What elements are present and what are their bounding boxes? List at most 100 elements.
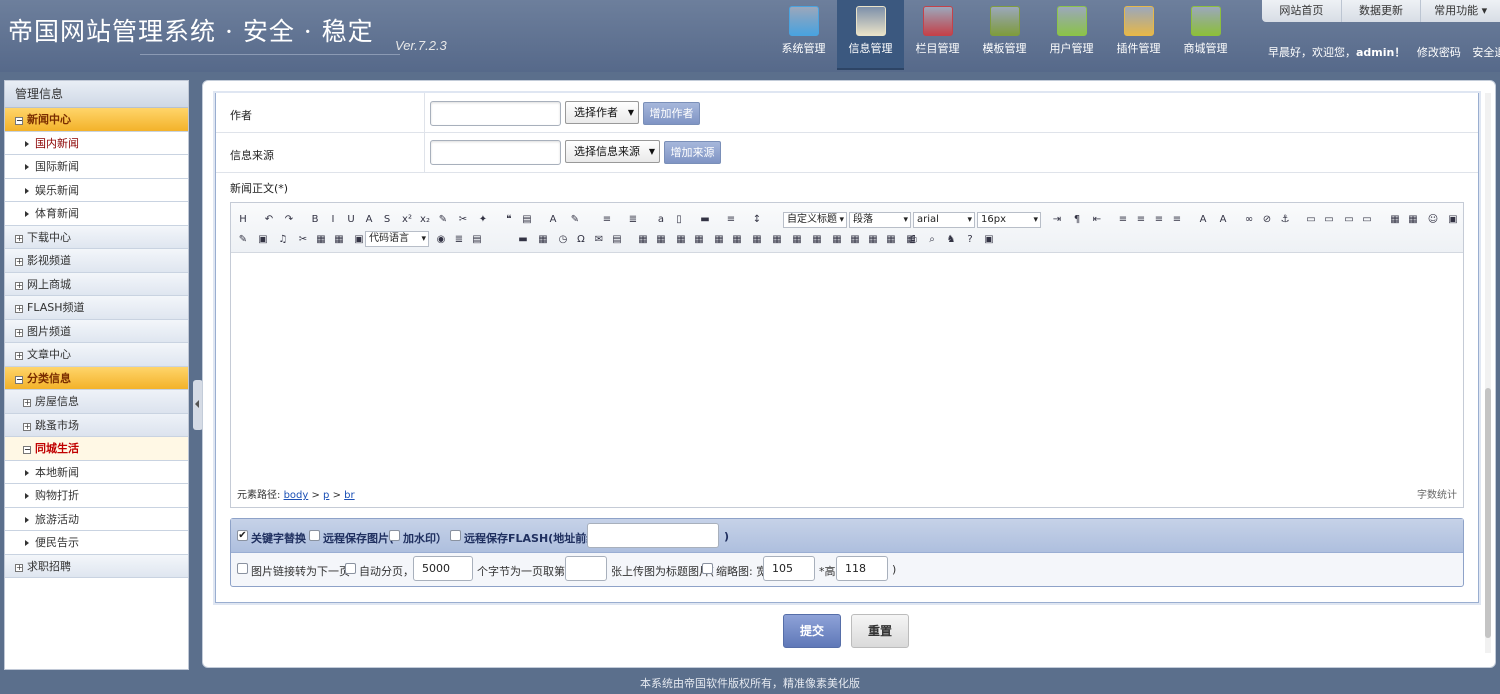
toolbar-tool-icon[interactable]: ▤ — [471, 234, 483, 246]
toolbar-tool-icon[interactable]: ▦ — [655, 234, 667, 246]
toolbar-tool-icon[interactable]: ▦ — [675, 234, 687, 246]
sidebar-item-17[interactable]: 旅游活动 — [5, 507, 188, 531]
sidebar-item-18[interactable]: 便民告示 — [5, 531, 188, 555]
toolbar-tool-icon[interactable]: H — [237, 214, 249, 226]
nav-item-3[interactable]: 模板管理 — [971, 0, 1038, 70]
toolbar-tool-icon[interactable]: A — [363, 214, 375, 226]
editor-content-area[interactable] — [231, 254, 1463, 483]
toolbar-tool-icon[interactable]: ▭ — [1361, 214, 1373, 226]
toolbar-tool-icon[interactable]: ⇥ — [1051, 214, 1063, 226]
nav-item-1[interactable]: 信息管理 — [837, 0, 904, 70]
toolbar-tool-icon[interactable]: ▦ — [831, 234, 843, 246]
toolbar-tool-icon[interactable]: ≣ — [627, 214, 639, 226]
paragraph-select[interactable]: 段落 — [849, 212, 911, 228]
scrollbar-thumb[interactable] — [1485, 388, 1491, 638]
toolbar-tool-icon[interactable]: ▭ — [1305, 214, 1317, 226]
path-p[interactable]: p — [323, 490, 329, 501]
toolbar-tool-icon[interactable]: Ω — [575, 234, 587, 246]
watermark-checkbox[interactable] — [389, 530, 400, 541]
toolbar-tool-icon[interactable]: ≡ — [1171, 214, 1183, 226]
toolbar-tool-icon[interactable]: ≡ — [601, 214, 613, 226]
toolbar-tool-icon[interactable]: ☺ — [1427, 214, 1439, 226]
keyword-replace-checkbox[interactable]: ✔ — [237, 530, 248, 541]
toolbar-tool-icon[interactable]: ¶ — [1071, 214, 1083, 226]
toolbar-tool-icon[interactable]: ▦ — [731, 234, 743, 246]
toolbar-tool-icon[interactable]: ▦ — [333, 234, 345, 246]
sidebar-item-3[interactable]: 娱乐新闻 — [5, 178, 188, 202]
sidebar-item-9[interactable]: + 图片频道 — [5, 319, 188, 343]
source-select[interactable]: 选择信息来源 — [565, 140, 660, 163]
toolbar-tool-icon[interactable]: ✉ — [593, 234, 605, 246]
toolbar-tool-icon[interactable]: ↶ — [263, 214, 275, 226]
toolbar-tool-icon[interactable]: A — [1217, 214, 1229, 226]
paging-chars-input[interactable]: 5000 — [413, 556, 473, 581]
toolbar-tool-icon[interactable]: U — [345, 214, 357, 226]
link-site-home[interactable]: 网站首页 — [1262, 0, 1342, 22]
toolbar-tool-icon[interactable]: ◷ — [557, 234, 569, 246]
font-family-select[interactable]: arial — [913, 212, 975, 228]
toolbar-tool-icon[interactable]: ▦ — [1389, 214, 1401, 226]
toolbar-tool-icon[interactable]: ≡ — [725, 214, 737, 226]
sidebar-item-10[interactable]: + 文章中心 — [5, 343, 188, 367]
toolbar-tool-icon[interactable]: ▦ — [537, 234, 549, 246]
toolbar-tool-icon[interactable]: ✂ — [297, 234, 309, 246]
toolbar-tool-icon[interactable]: ▭ — [1323, 214, 1335, 226]
toolbar-tool-icon[interactable]: ⎙ — [907, 234, 919, 246]
sidebar-item-5[interactable]: + 下载中心 — [5, 225, 188, 249]
toolbar-tool-icon[interactable]: ? — [964, 234, 976, 246]
toolbar-tool-icon[interactable]: ♫ — [277, 234, 289, 246]
toolbar-tool-icon[interactable]: A — [547, 214, 559, 226]
toolbar-tool-icon[interactable]: ≡ — [1117, 214, 1129, 226]
toolbar-tool-icon[interactable]: ✎ — [437, 214, 449, 226]
remote-save-image-checkbox[interactable] — [309, 530, 320, 541]
toolbar-tool-icon[interactable]: ≡ — [1153, 214, 1165, 226]
thumbnail-width-input[interactable]: 105 — [763, 556, 815, 581]
auto-paging-checkbox[interactable] — [345, 563, 356, 574]
toolbar-tool-icon[interactable]: ▣ — [983, 234, 995, 246]
submit-button[interactable]: 提交 — [783, 614, 841, 648]
sidebar-item-6[interactable]: + 影视频道 — [5, 249, 188, 273]
toolbar-tool-icon[interactable]: ▦ — [751, 234, 763, 246]
sidebar-item-8[interactable]: + FLASH频道 — [5, 296, 188, 320]
sidebar-item-11[interactable]: − 分类信息 — [5, 366, 188, 390]
link-common-functions[interactable]: 常用功能 ▾ — [1421, 0, 1500, 22]
toolbar-tool-icon[interactable]: S — [381, 214, 393, 226]
nav-item-0[interactable]: 系统管理 — [770, 0, 837, 70]
thumbnail-checkbox[interactable] — [702, 563, 713, 574]
path-br[interactable]: br — [344, 490, 354, 501]
toolbar-tool-icon[interactable]: ∞ — [1243, 214, 1255, 226]
toolbar-tool-icon[interactable]: ▦ — [771, 234, 783, 246]
toolbar-tool-icon[interactable]: ⊘ — [1261, 214, 1273, 226]
sidebar-item-7[interactable]: + 网上商城 — [5, 272, 188, 296]
sidebar-item-14[interactable]: − 同城生活 — [5, 437, 188, 461]
source-input[interactable] — [430, 140, 561, 165]
toolbar-tool-icon[interactable]: I — [327, 214, 339, 226]
nav-item-6[interactable]: 商城管理 — [1172, 0, 1239, 70]
toolbar-tool-icon[interactable]: ⚓ — [1279, 214, 1291, 226]
toolbar-tool-icon[interactable]: ▯ — [673, 214, 685, 226]
toolbar-tool-icon[interactable]: ▤ — [521, 214, 533, 226]
toolbar-tool-icon[interactable]: ⌕ — [926, 234, 938, 246]
logout-link[interactable]: 安全退出 — [1472, 46, 1500, 59]
path-body[interactable]: body — [284, 490, 309, 501]
toolbar-tool-icon[interactable]: ≣ — [453, 234, 465, 246]
sidebar-item-1[interactable]: 国内新闻 — [5, 131, 188, 155]
sidebar-item-13[interactable]: + 跳蚤市场 — [5, 413, 188, 437]
code-language-select[interactable]: 代码语言 — [365, 231, 429, 247]
sidebar-item-16[interactable]: 购物打折 — [5, 484, 188, 508]
toolbar-tool-icon[interactable]: ✎ — [569, 214, 581, 226]
change-password-link[interactable]: 修改密码 — [1417, 46, 1461, 59]
toolbar-tool-icon[interactable]: ▦ — [315, 234, 327, 246]
toolbar-tool-icon[interactable]: ▦ — [867, 234, 879, 246]
toolbar-tool-icon[interactable]: ❝ — [503, 214, 515, 226]
nav-item-2[interactable]: 栏目管理 — [904, 0, 971, 70]
toolbar-tool-icon[interactable]: ▦ — [811, 234, 823, 246]
remote-save-flash-checkbox[interactable] — [450, 530, 461, 541]
toolbar-tool-icon[interactable]: ▦ — [713, 234, 725, 246]
sidebar-item-12[interactable]: + 房屋信息 — [5, 390, 188, 414]
toolbar-tool-icon[interactable]: ▬ — [699, 214, 711, 226]
nav-item-5[interactable]: 插件管理 — [1105, 0, 1172, 70]
toolbar-tool-icon[interactable]: ⇤ — [1091, 214, 1103, 226]
toolbar-tool-icon[interactable]: ▦ — [885, 234, 897, 246]
toolbar-tool-icon[interactable]: ▦ — [693, 234, 705, 246]
